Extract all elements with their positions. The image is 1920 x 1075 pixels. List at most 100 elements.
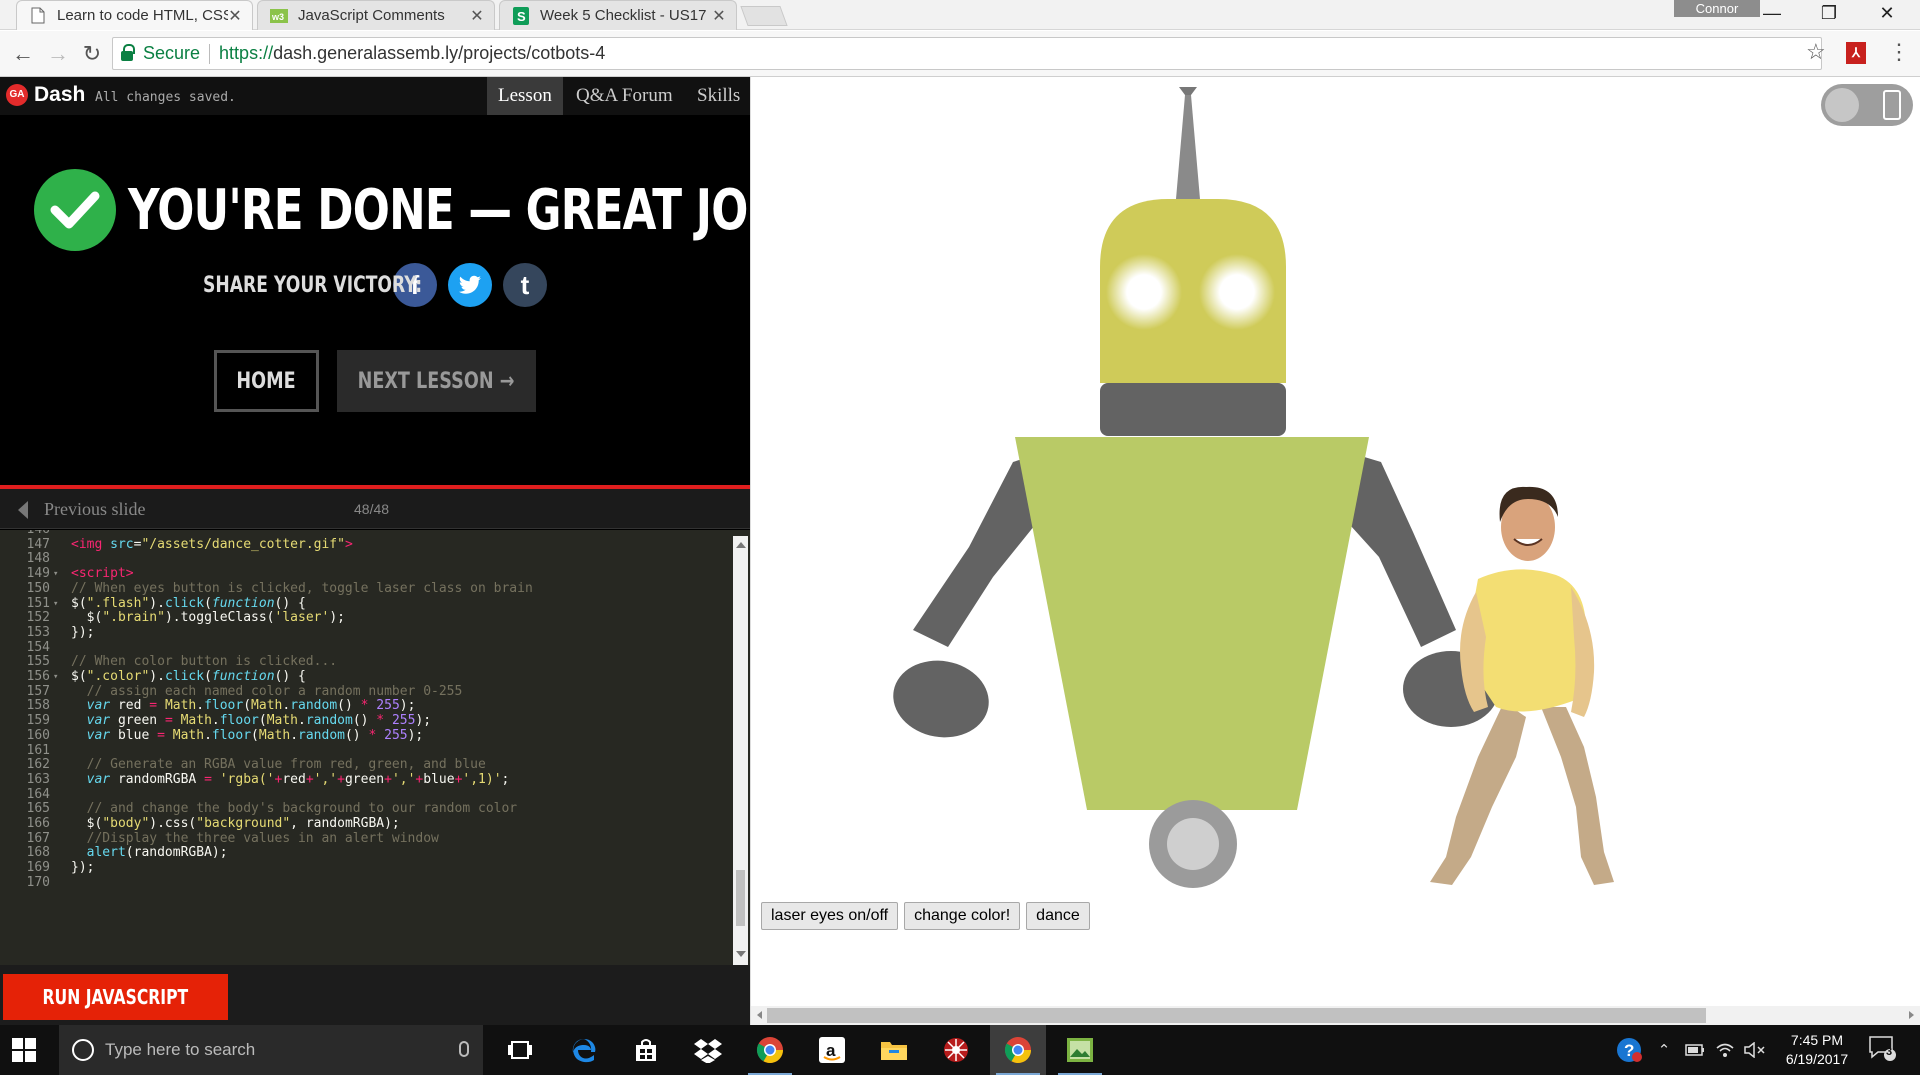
tab-title: JavaScript Comments [298, 7, 445, 24]
previous-slide-link[interactable]: Previous slide [44, 499, 146, 520]
scroll-up-icon[interactable] [736, 542, 746, 548]
phone-icon [1883, 90, 1901, 120]
action-center-icon[interactable]: 3 [1862, 1036, 1902, 1061]
wifi-icon[interactable] [1712, 1039, 1738, 1061]
home-label: HOME [236, 368, 297, 394]
share-label: SHARE YOUR VICTORY: [203, 272, 423, 298]
tab-title: Week 5 Checklist - US17 [540, 7, 707, 24]
dance-button[interactable]: dance [1026, 902, 1090, 930]
w3schools-icon: w3 [270, 7, 288, 25]
taskbar-search[interactable]: Type here to search [59, 1025, 483, 1075]
reload-icon[interactable]: ↻ [77, 39, 107, 69]
robot-wheel-hub [1167, 818, 1219, 870]
line-number: 170 [26, 874, 50, 890]
laser-eyes-button[interactable]: laser eyes on/off [761, 902, 899, 930]
spider-app-icon[interactable] [928, 1025, 984, 1075]
scroll-down-icon[interactable] [736, 951, 746, 957]
lesson-panel: GA Dash All changes saved. Lesson Q&A Fo… [0, 77, 800, 1025]
robot-body [1015, 437, 1369, 810]
nav-skills[interactable]: Skills [686, 77, 751, 115]
chrome-active-icon[interactable] [990, 1025, 1046, 1075]
task-view-icon[interactable] [492, 1025, 548, 1075]
run-bar: RUN JAVASCRIPT [0, 965, 750, 1025]
clock-time: 7:45 PM [1790, 1032, 1844, 1048]
checkmark-icon [34, 169, 116, 251]
next-lesson-label: NEXT LESSON → [358, 368, 515, 394]
volume-muted-icon[interactable] [1741, 1039, 1769, 1061]
amazon-icon[interactable]: a [804, 1025, 860, 1075]
editor-scroll-thumb[interactable] [736, 870, 745, 926]
system-clock[interactable]: 7:45 PM 6/19/2017 [1777, 1031, 1857, 1069]
restore-icon[interactable]: ❐ [1804, 0, 1854, 26]
next-lesson-button[interactable]: NEXT LESSON → [337, 350, 536, 412]
clock-date: 6/19/2017 [1785, 1051, 1849, 1067]
preview-scroll-thumb[interactable] [767, 1008, 1706, 1023]
url-path: dash.generalassemb.ly/projects/cotbots-4 [273, 43, 606, 63]
browser-tab-2[interactable]: w3 JavaScript Comments ✕ [257, 0, 495, 30]
cortana-icon [72, 1039, 94, 1061]
browser-menu-icon[interactable]: ⋮ [1888, 39, 1910, 65]
new-tab-button[interactable] [740, 6, 788, 26]
secure-indicator[interactable]: Secure [121, 43, 200, 64]
notification-count: 3 [1886, 1046, 1893, 1058]
close-tab-icon[interactable]: ✕ [470, 6, 484, 26]
divider [209, 43, 211, 64]
secure-label: Secure [143, 43, 201, 63]
code-editor[interactable]: 146147<img src="/assets/dance_cotter.gif… [0, 530, 750, 965]
robot-left-arm [913, 453, 1043, 647]
preview-pane: laser eyes on/off change color! dance [750, 77, 1920, 1025]
microphone-icon[interactable] [459, 1041, 469, 1057]
home-button[interactable]: HOME [214, 350, 319, 412]
svg-text:a: a [826, 1041, 836, 1060]
run-javascript-button[interactable]: RUN JAVASCRIPT [3, 974, 228, 1020]
completion-heading: YOU'RE DONE — GREAT JOB! [128, 177, 800, 243]
show-hidden-icons-icon[interactable]: ⌃ [1652, 1039, 1676, 1061]
run-label: RUN JAVASCRIPT [42, 985, 189, 1009]
ga-logo[interactable]: GA [6, 84, 28, 106]
robot-controls: laser eyes on/off change color! dance [761, 902, 1096, 930]
twitter-icon[interactable] [448, 263, 492, 307]
windows-start-icon[interactable] [12, 1038, 36, 1067]
windows-taskbar: Type here to search a ? ⌃ 7:45 PM 6/19/2… [0, 1025, 1920, 1075]
close-tab-icon[interactable]: ✕ [712, 6, 726, 26]
dancer-left-leg [1430, 702, 1526, 885]
dash-brand[interactable]: Dash [34, 83, 85, 107]
device-toggle[interactable] [1821, 84, 1913, 126]
dancer-right-leg [1541, 707, 1614, 885]
close-window-icon[interactable]: ✕ [1862, 0, 1912, 26]
help-icon[interactable]: ? [1614, 1038, 1644, 1062]
url-protocol: https:// [219, 43, 274, 63]
store-icon[interactable] [618, 1025, 674, 1075]
scroll-right-icon[interactable] [1909, 1011, 1914, 1019]
browser-tab-3[interactable]: S Week 5 Checklist - US17 ✕ [499, 0, 737, 30]
dancing-man-image [1430, 486, 1614, 885]
minimize-icon[interactable]: — [1747, 0, 1797, 26]
dancer-shirt [1472, 569, 1587, 712]
code-line[interactable]: 170 [0, 874, 730, 892]
tumblr-icon[interactable]: t [503, 263, 547, 307]
scroll-left-icon[interactable] [757, 1011, 762, 1019]
dash-header: GA Dash All changes saved. Lesson Q&A Fo… [0, 77, 750, 115]
close-tab-icon[interactable]: ✕ [228, 6, 242, 26]
share-row: SHARE YOUR VICTORY: f t [203, 263, 558, 307]
edge-icon[interactable] [556, 1025, 612, 1075]
nav-qa-forum[interactable]: Q&A Forum [565, 77, 684, 115]
toggle-knob [1825, 88, 1859, 122]
browser-tab-1[interactable]: Learn to code HTML, CSS ✕ [16, 0, 253, 30]
acrobat-extension-icon[interactable]: ⅄ [1846, 42, 1866, 64]
robot-neck [1100, 383, 1286, 436]
document-icon [29, 7, 47, 25]
bookmark-star-icon[interactable]: ☆ [1806, 39, 1826, 65]
battery-icon[interactable] [1682, 1039, 1708, 1061]
url-field[interactable]: Secure https:// dash.generalassemb.ly/pr… [112, 37, 1822, 70]
chrome-icon[interactable] [742, 1025, 798, 1075]
file-explorer-icon[interactable] [866, 1025, 922, 1075]
dropbox-icon[interactable] [680, 1025, 736, 1075]
back-icon[interactable]: ← [8, 39, 38, 69]
slide-counter: 48/48 [354, 501, 390, 517]
change-color-button[interactable]: change color! [904, 902, 1021, 930]
nav-lesson[interactable]: Lesson [487, 77, 563, 115]
previous-arrow-icon[interactable] [18, 501, 28, 519]
forward-icon[interactable]: → [43, 39, 73, 69]
image-viewer-icon[interactable] [1052, 1025, 1108, 1075]
